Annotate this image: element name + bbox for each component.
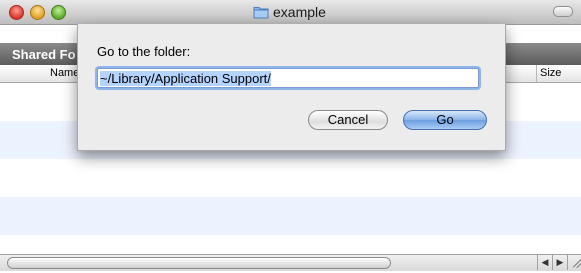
go-to-folder-dialog: Go to the folder: Cancel Go <box>77 24 506 151</box>
go-button[interactable]: Go <box>403 110 487 130</box>
folder-icon <box>253 7 269 19</box>
cancel-button[interactable]: Cancel <box>308 110 388 130</box>
table-row[interactable] <box>0 197 581 235</box>
folder-path-input[interactable] <box>97 68 479 88</box>
dialog-prompt: Go to the folder: <box>97 44 191 59</box>
minimize-window-button[interactable] <box>30 5 45 20</box>
shared-section-label: Shared Fo <box>12 47 76 62</box>
column-divider[interactable] <box>536 65 537 82</box>
scrollbar-thumb[interactable] <box>7 257 391 269</box>
window-titlebar: example <box>0 0 581 25</box>
column-header-size[interactable]: Size <box>540 67 561 79</box>
resize-grip-icon[interactable] <box>567 255 581 270</box>
toolbar-toggle-button[interactable] <box>553 6 573 17</box>
scroll-right-button[interactable]: ▶ <box>552 255 567 270</box>
zoom-window-button[interactable] <box>51 5 66 20</box>
left-arrow-icon: ◀ <box>541 257 549 267</box>
window-title: example <box>273 4 326 20</box>
scroll-left-button[interactable]: ◀ <box>537 255 552 270</box>
horizontal-scrollbar[interactable]: ◀ ▶ <box>0 254 581 271</box>
window-title-group: example <box>253 4 326 20</box>
column-header-name[interactable]: Name <box>50 67 79 79</box>
table-row[interactable] <box>0 159 581 197</box>
right-arrow-icon: ▶ <box>556 257 564 267</box>
close-window-button[interactable] <box>9 5 24 20</box>
